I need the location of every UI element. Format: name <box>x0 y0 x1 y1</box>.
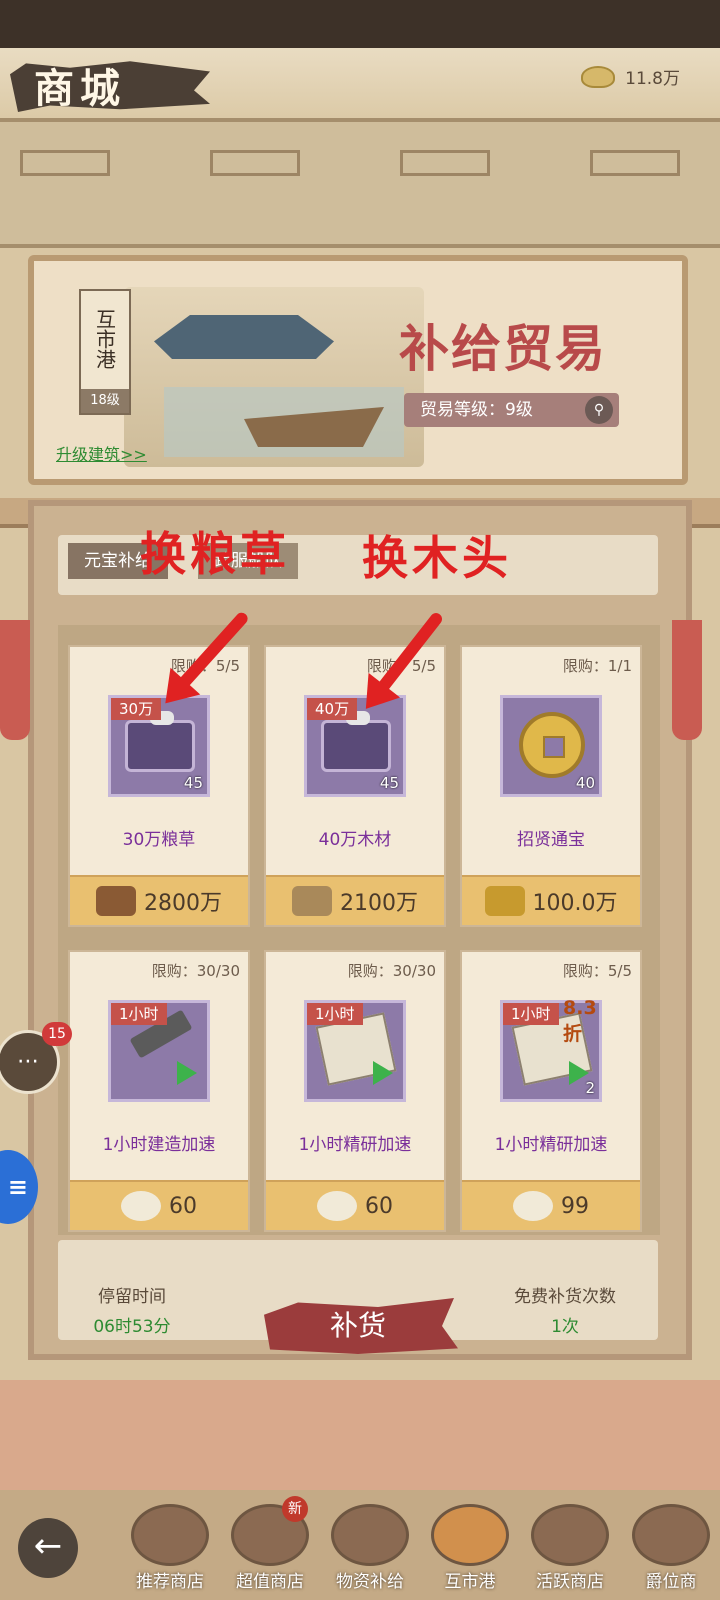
item-quantity: 45 <box>183 774 203 792</box>
shop-item-research-speedup-discount[interactable]: 限购：5/5 1小时 8.3折 2 1小时精研加速 99 <box>460 950 642 1232</box>
discount-badge: 8.3折 <box>563 997 597 1045</box>
shop-item-coin[interactable]: 限购：1/1 40 招贤通宝 100.0万 <box>460 645 642 927</box>
free-restock-count: 1次 <box>551 1317 579 1337</box>
item-quantity: 40 <box>575 774 595 792</box>
top-strip <box>0 0 720 48</box>
nav-title-shop[interactable]: 爵位商 <box>622 1500 720 1600</box>
annotation-grain: 换粮草 <box>140 527 290 581</box>
stay-time-value: 06时53分 <box>93 1317 171 1337</box>
item-name: 30万粮草 <box>122 830 196 850</box>
shop-item-research-speedup[interactable]: 限购：30/30 1小时 1小时精研加速 60 <box>264 950 446 1232</box>
amount-tag: 1小时 <box>111 1003 167 1025</box>
tassel-right <box>672 620 702 740</box>
price-button[interactable]: 100.0万 <box>462 875 640 925</box>
floor-decoration <box>0 1380 720 1490</box>
speedup-arrow-icon <box>177 1061 197 1085</box>
price-value: 2100万 <box>340 891 418 916</box>
price-value: 60 <box>365 1193 393 1219</box>
ingot-icon <box>317 1191 357 1221</box>
item-image: 30万 45 <box>108 695 210 797</box>
item-image: 1小时 8.3折 2 <box>500 997 602 1102</box>
building-name: 互市港 <box>92 309 117 369</box>
new-badge: 新 <box>282 1496 308 1522</box>
currency-value: 11.8万 <box>625 69 680 89</box>
restock-button[interactable]: 补货 <box>264 1298 458 1354</box>
lattice-decoration <box>0 118 720 248</box>
amount-tag: 1小时 <box>503 1003 559 1025</box>
nav-value-shop[interactable]: 新 超值商店 <box>222 1496 318 1600</box>
ingot-icon <box>121 1191 161 1221</box>
trade-level-text: 贸易等级：9级 <box>420 400 533 420</box>
item-image: 40万 45 <box>304 695 406 797</box>
upgrade-building-link[interactable]: 升级建筑>> <box>56 441 147 465</box>
shop-item-wood[interactable]: 限购：5/5 40万 45 40万木材 2100万 <box>264 645 446 927</box>
item-quantity: 45 <box>379 774 399 792</box>
amount-tag: 40万 <box>307 698 358 720</box>
price-value: 100.0万 <box>532 891 618 916</box>
activity-shop-icon <box>531 1504 609 1566</box>
coin-icon <box>519 712 585 778</box>
price-button[interactable]: 2800万 <box>70 875 248 925</box>
trade-level-box: 贸易等级：9级 ⚲ <box>404 393 619 427</box>
item-name: 招贤通宝 <box>517 830 585 850</box>
stay-time-label: 停留时间 <box>98 1287 166 1307</box>
purchase-limit: 限购：1/1 <box>562 657 632 675</box>
currency-display[interactable]: 11.8万 <box>581 64 680 89</box>
price-value: 60 <box>169 1193 197 1219</box>
speedup-arrow-icon <box>373 1061 393 1085</box>
building-tag: 互市港 18级 <box>79 289 131 415</box>
free-restock-label: 免费补货次数 <box>514 1287 616 1307</box>
purchase-limit: 限购：30/30 <box>347 962 436 980</box>
nav-recommended-shop[interactable]: 推荐商店 <box>122 1500 218 1600</box>
item-image: 1小时 <box>304 1000 406 1102</box>
back-arrow-icon[interactable]: ← <box>18 1518 78 1578</box>
supplies-icon <box>331 1504 409 1566</box>
treasure-chest-icon <box>125 711 195 772</box>
item-name: 1小时精研加速 <box>494 1135 608 1155</box>
wood-logs-icon <box>96 886 136 916</box>
price-value: 99 <box>561 1193 589 1219</box>
price-button[interactable]: 60 <box>266 1180 444 1230</box>
building-banner: 互市港 18级 升级建筑>> 补给贸易 贸易等级：9级 ⚲ <box>28 255 688 485</box>
harbor-illustration[interactable] <box>124 287 424 467</box>
ingot-icon <box>513 1191 553 1221</box>
item-image: 40 <box>500 695 602 797</box>
tassel-left <box>0 620 30 740</box>
trade-port-icon <box>431 1504 509 1566</box>
ingot-icon <box>581 65 616 88</box>
item-name: 40万木材 <box>318 830 392 850</box>
building-level: 18级 <box>81 389 129 413</box>
purchase-limit: 限购：30/30 <box>151 962 240 980</box>
price-button[interactable]: 60 <box>70 1180 248 1230</box>
item-quantity: 2 <box>585 1079 595 1097</box>
price-button[interactable]: 2100万 <box>266 875 444 925</box>
item-name: 1小时建造加速 <box>102 1135 216 1155</box>
amount-tag: 30万 <box>111 698 162 720</box>
grain-sacks-icon <box>292 886 332 916</box>
shop-item-build-speedup[interactable]: 限购：30/30 1小时 1小时建造加速 60 <box>68 950 250 1232</box>
gold-bars-icon <box>484 886 525 916</box>
nav-trade-port[interactable]: 互市港 <box>422 1500 518 1600</box>
page-title: 商城 <box>34 65 126 112</box>
treasure-chest-icon <box>321 711 391 772</box>
nav-supplies[interactable]: 物资补给 <box>322 1500 418 1600</box>
item-name: 1小时精研加速 <box>298 1135 412 1155</box>
banner-title: 补给贸易 <box>399 319 607 378</box>
item-image: 1小时 <box>108 1000 210 1102</box>
nav-activity-shop[interactable]: 活跃商店 <box>522 1500 618 1600</box>
purchase-limit: 限购：5/5 <box>562 962 632 980</box>
recommended-shop-icon <box>131 1504 209 1566</box>
search-icon[interactable]: ⚲ <box>585 396 613 424</box>
amount-tag: 1小时 <box>307 1003 363 1025</box>
price-value: 2800万 <box>144 891 222 916</box>
price-button[interactable]: 99 <box>462 1180 640 1230</box>
annotation-wood: 换木头 <box>362 531 512 585</box>
chat-unread-badge: 15 <box>42 1022 72 1046</box>
title-shop-icon <box>632 1504 710 1566</box>
